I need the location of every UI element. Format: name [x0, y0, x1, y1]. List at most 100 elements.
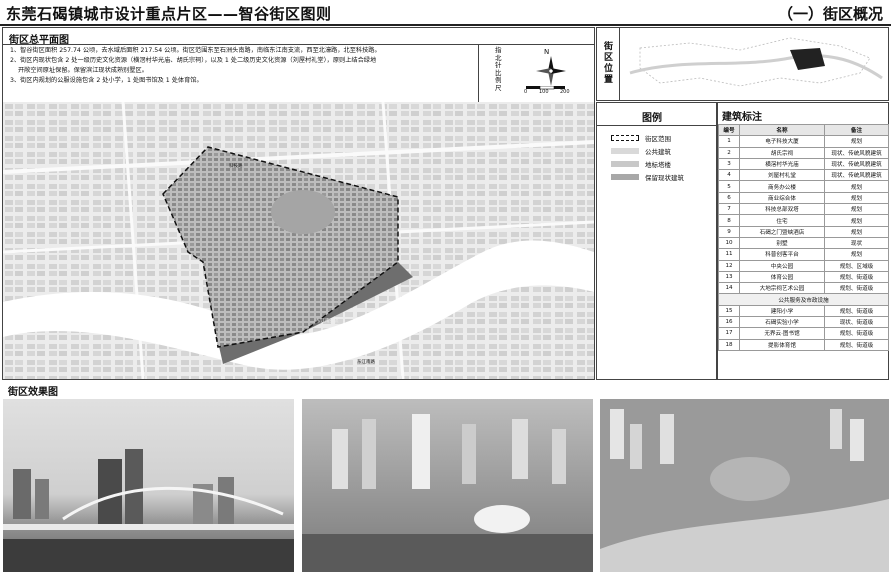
cell-remark: 规划 [824, 225, 889, 238]
cell-number: 6 [718, 191, 740, 205]
cell-number: 5 [718, 180, 740, 193]
table-row: 15 建阳小学 规划、街道级 [718, 304, 889, 318]
table-row: 9 石碣之门暨峡酒店 规划 [718, 225, 889, 238]
cell-number: 12 [718, 259, 740, 272]
legend-swatch-dashed [611, 134, 639, 141]
cell-name: 提影体育馆 [739, 338, 825, 351]
scale-label: 100 [539, 89, 549, 95]
cell-remark: 规划 [824, 248, 889, 261]
cell-number: 3 [718, 157, 740, 171]
note-line: 1、智谷街区面积 257.74 公顷，去水域后面积 217.54 公顷。街区范围… [10, 47, 381, 54]
cell-remark: 现状、街道级 [824, 316, 889, 329]
table-header-row: 编号 名称 备注 [718, 123, 889, 137]
col-header: 备注 [824, 123, 889, 137]
cell-name: 刘屋村礼堂 [739, 169, 825, 182]
plan-notes: 1、智谷街区面积 257.74 公顷，去水域后面积 217.54 公顷。街区范围… [10, 46, 460, 86]
compass-rose-icon [536, 56, 566, 86]
legend-label: 保留现状建筑 [645, 173, 684, 182]
legend-panel: 图例 街区范围 公共建筑 地标塔楼 保留现状建筑 [596, 102, 717, 380]
header-rule [0, 24, 891, 26]
compass-north-label: N [544, 48, 550, 56]
note-line: 3、街区内规划的公服设施包含 2 处小学，1 处图书馆及 1 处体育馆。 [10, 77, 203, 84]
buildings-table: 编号 名称 备注 1 电子科技大厦 规划 2 胡氏宗祠 现状、传统风貌建筑 3 横滘村华光庙现… [718, 123, 889, 351]
table-row: 14 大地宗祠艺术公园 规划、街道级 [718, 282, 889, 295]
legend-label: 街区范围 [645, 134, 671, 143]
compass-caption: 指北针比例尺 [495, 46, 502, 92]
legend-heading: 图例 [642, 113, 662, 124]
legend-swatch [611, 147, 639, 154]
map-label-river: 东江南支流 [316, 319, 339, 324]
cell-number: 13 [718, 270, 740, 284]
cell-number: 2 [718, 146, 740, 159]
note-line: 2、街区内现状包含 2 处一级历史文化资源（横滘村华光庙、胡氏宗祠），以及 1 … [10, 57, 377, 64]
table-row: 6 商业综合体 规划 [718, 191, 889, 205]
compass: N [518, 48, 578, 94]
cell-name: 无界云·图书馆 [739, 327, 825, 340]
effect-image-3 [600, 399, 889, 572]
cell-name: 商业综合体 [739, 191, 825, 205]
cell-number: 8 [718, 214, 740, 227]
cell-number: 16 [718, 316, 740, 329]
legend-swatch [611, 160, 639, 167]
cell-remark: 规划 [824, 191, 889, 205]
table-row: 16 石碣实验小学 现状、街道级 [718, 316, 889, 329]
table-row: 8 住宅 规划 [718, 214, 889, 227]
table-subheading: 公共服务及市政设施 [718, 293, 889, 306]
cell-number: 11 [718, 248, 740, 261]
legend-label: 地标塔楼 [645, 160, 671, 169]
table-row: 13 体育公园 规划、街道级 [718, 270, 889, 284]
cell-remark: 规划、街道级 [824, 304, 889, 318]
cell-name: 别墅 [739, 236, 825, 250]
legend-label: 公共建筑 [645, 147, 671, 156]
col-header: 编号 [718, 123, 740, 137]
table-row: 5 商务办公楼 规划 [718, 180, 889, 193]
cell-remark: 现状、传统风貌建筑 [824, 169, 889, 182]
effect-image-1-graphic [3, 449, 294, 572]
cell-remark: 规划 [824, 135, 889, 148]
cell-name: 建阳小学 [739, 304, 825, 318]
cell-remark: 规划、街道级 [824, 282, 889, 295]
table-row: 7 科技总部双塔 规划 [718, 203, 889, 216]
cell-remark: 规划、街道级 [824, 327, 889, 340]
table-row: 17 无界云·图书馆 规划、街道级 [718, 327, 889, 340]
cell-remark: 现状、传统风貌建筑 [824, 146, 889, 159]
table-row: 2 胡氏宗祠 现状、传统风貌建筑 [718, 146, 889, 159]
plan-heading-rule [3, 44, 594, 45]
scale-label: 0 [524, 89, 528, 95]
legend-item: 街区范围 [611, 131, 684, 144]
plan-map-graphic [3, 102, 594, 379]
cell-number: 14 [718, 282, 740, 295]
legend-item: 公共建筑 [611, 144, 684, 157]
cell-name: 科普创客平台 [739, 248, 825, 261]
cell-number: 10 [718, 236, 740, 250]
cell-number: 9 [718, 225, 740, 238]
table-row: 1 电子科技大厦 规划 [718, 135, 889, 148]
table-row: 18 提影体育馆 规划、街道级 [718, 338, 889, 351]
table-row: 10 别墅 现状 [718, 236, 889, 250]
cell-name: 胡氏宗祠 [739, 146, 825, 159]
cell-name: 石碣之门暨峡酒店 [739, 225, 825, 238]
effects-heading: 街区效果图 [8, 387, 58, 398]
cell-name: 商务办公楼 [739, 180, 825, 193]
cell-number: 4 [718, 169, 740, 182]
buildings-heading: 建筑标注 [722, 112, 762, 123]
cell-remark: 现状、传统风貌建筑 [824, 157, 889, 171]
cell-number: 18 [718, 338, 740, 351]
effect-image-2-graphic [302, 414, 593, 572]
cell-name: 大地宗祠艺术公园 [739, 282, 825, 295]
legend-swatch [611, 173, 639, 180]
cell-name: 中央公园 [739, 259, 825, 272]
table-row: 3 横滘村华光庙 现状、传统风貌建筑 [718, 157, 889, 171]
effect-image-2 [302, 399, 593, 572]
effect-image-3-graphic [600, 399, 889, 572]
compass-divider [478, 45, 479, 102]
cell-number: 1 [718, 135, 740, 148]
table-row: 4 刘屋村礼堂 现状、传统风貌建筑 [718, 169, 889, 182]
effect-image-1 [3, 399, 294, 572]
legend-item: 地标塔楼 [611, 157, 684, 170]
cell-remark: 规划 [824, 214, 889, 227]
cell-number: 15 [718, 304, 740, 318]
location-map [620, 28, 888, 100]
cell-name: 电子科技大厦 [739, 135, 825, 148]
legend-heading-rule [597, 125, 716, 126]
